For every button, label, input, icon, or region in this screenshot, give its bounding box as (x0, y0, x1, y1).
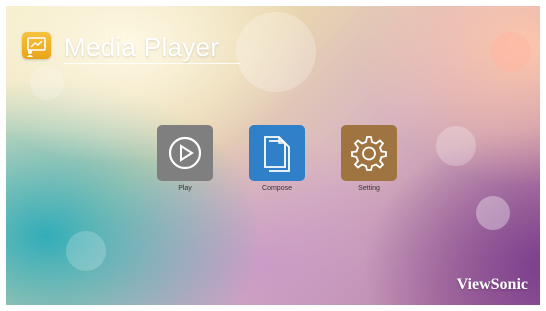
bokeh-circle (436, 126, 476, 166)
document-icon (264, 136, 290, 172)
bokeh-circle (491, 32, 531, 72)
bokeh-circle (66, 231, 106, 271)
compose-label: Compose (262, 185, 292, 192)
bokeh-circle (30, 66, 64, 100)
compose-app[interactable]: Compose (249, 125, 307, 192)
window-frame: Media Player Play Compose Setting ViewSo… (0, 0, 546, 311)
title-underline (64, 63, 240, 64)
presentation-icon (27, 37, 46, 57)
viewsonic-logo: ViewSonic (456, 276, 528, 293)
bokeh-circle (236, 12, 316, 92)
play-icon (168, 136, 202, 170)
setting-label: Setting (358, 185, 380, 192)
play-app[interactable]: Play (157, 125, 215, 192)
setting-tile[interactable] (341, 125, 397, 181)
compose-tile[interactable] (249, 125, 305, 181)
bokeh-circle (476, 196, 510, 230)
setting-app[interactable]: Setting (341, 125, 399, 192)
play-tile[interactable] (157, 125, 213, 181)
play-label: Play (178, 185, 192, 192)
media-player-logo (22, 32, 51, 59)
page-title: Media Player (64, 32, 220, 62)
home-screen: Media Player Play Compose Setting ViewSo… (6, 6, 540, 305)
gear-icon (351, 136, 387, 171)
